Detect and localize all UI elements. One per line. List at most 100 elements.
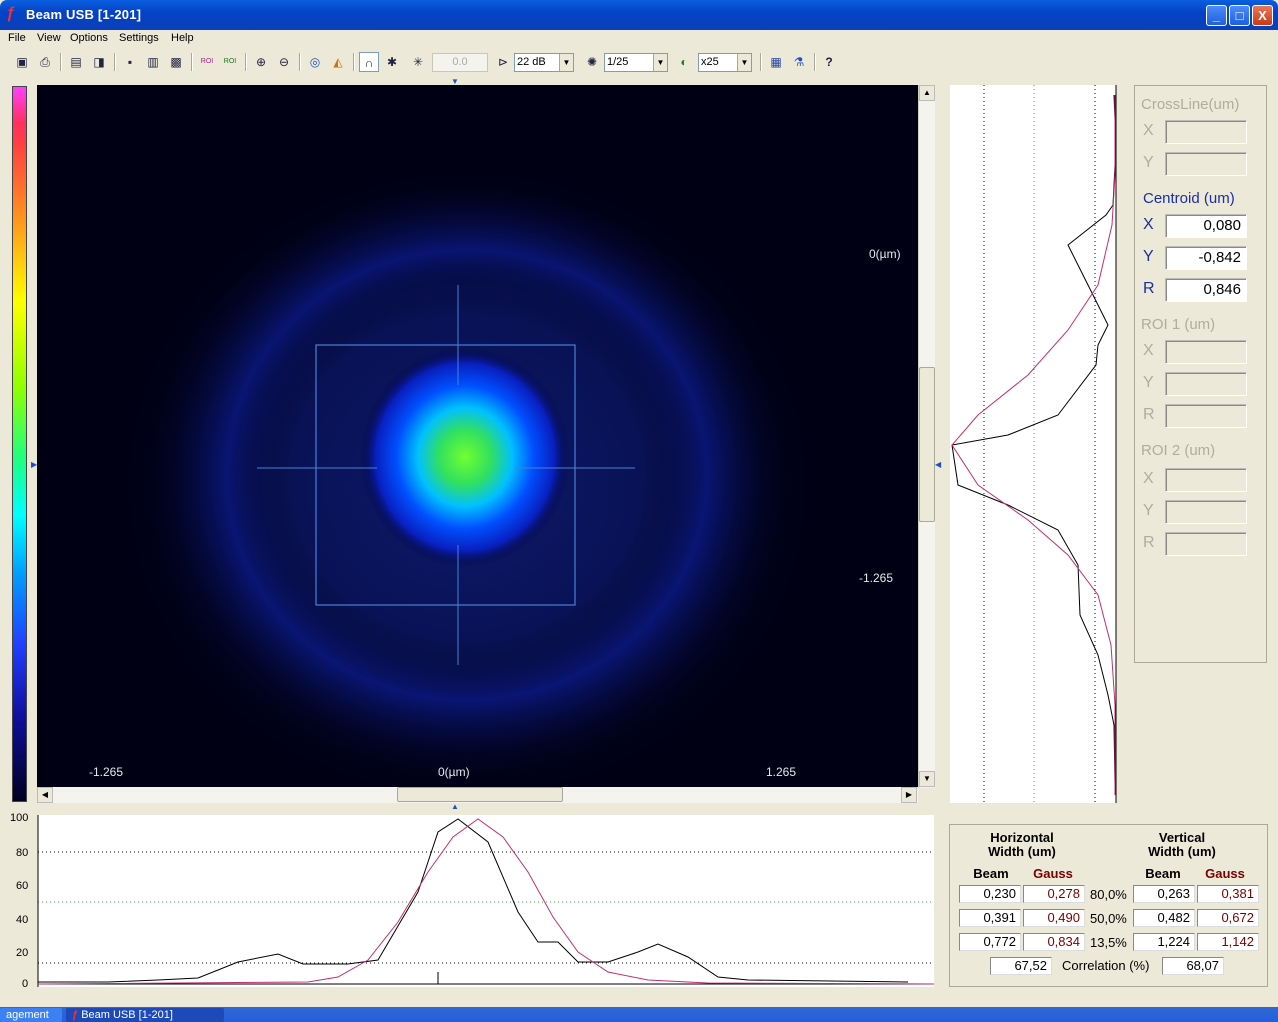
color-palette-bar (12, 86, 27, 802)
exposure-spinner[interactable]: 0.0 (432, 53, 488, 72)
chevron-down-icon: ▼ (653, 54, 667, 71)
rate-value: 1/25 (607, 56, 629, 68)
scroll-up-icon[interactable]: ▲ (919, 85, 935, 101)
x-axis-zero-label: 0(µm) (438, 765, 470, 779)
centroid-x-label: X (1143, 216, 1154, 233)
beam-image (107, 155, 827, 788)
taskbar-item-label: Beam USB [1-201] (81, 1009, 173, 1021)
correlation-label: Correlation (%) (1062, 958, 1150, 973)
level-13-label: 13,5% (1090, 935, 1127, 950)
menu-file[interactable]: File (8, 32, 26, 44)
gain-select[interactable]: 22 dB ▼ (514, 53, 574, 72)
menu-options[interactable]: Options (70, 32, 108, 44)
crossline-icon[interactable]: ✱ (382, 52, 402, 72)
scroll-left-icon[interactable]: ◀ (37, 787, 53, 803)
zoom-in-icon[interactable]: ⊕ (251, 52, 271, 72)
roi1-x-label: X (1143, 342, 1154, 359)
roi2-x-field (1165, 468, 1247, 492)
menu-settings[interactable]: Settings (119, 32, 159, 44)
title-bar[interactable]: ƒ Beam USB [1-201] _ □ X (0, 0, 1278, 30)
zoom-select[interactable]: x25 ▼ (698, 53, 752, 72)
h-beam-50-field: 0,391 (959, 909, 1021, 927)
open-icon[interactable]: ▣ (12, 52, 32, 72)
snapshot-icon[interactable]: ▩ (166, 52, 186, 72)
centroid-r-field: 0,846 (1165, 278, 1247, 302)
measurement-panel: CrossLine(um) X Y Centroid (um) X 0,080 … (1134, 85, 1267, 663)
2d-view-icon[interactable]: ◎ (305, 52, 325, 72)
centroid-title: Centroid (um) (1143, 190, 1235, 207)
roi1-x-field (1165, 340, 1247, 364)
roi1-title: ROI 1 (um) (1141, 316, 1216, 333)
app-icon: ƒ (6, 5, 15, 22)
v-beam-50-field: 0,482 (1133, 909, 1195, 927)
rate-select[interactable]: 1/25 ▼ (604, 53, 668, 72)
profile-icon[interactable]: ∩ (359, 52, 379, 72)
minimize-button[interactable]: _ (1206, 5, 1227, 26)
toolbar-separator (353, 53, 355, 71)
level-80-label: 80,0% (1090, 887, 1127, 902)
maximize-button[interactable]: □ (1229, 5, 1250, 26)
x-axis-right-label: 1.265 (766, 765, 797, 779)
vertical-profile-chart: 100 80 60 40 20 0 (948, 85, 1120, 820)
h-gauss-50-field: 0,490 (1023, 909, 1085, 927)
h-beam-13-field: 0,772 (959, 933, 1021, 951)
v-gauss-50-field: 0,672 (1197, 909, 1259, 927)
x-axis-left-label: -1.265 (89, 765, 124, 779)
scroll-down-icon[interactable]: ▼ (919, 771, 935, 787)
exposure-icon[interactable]: ✳ (408, 52, 428, 72)
menu-bar: File View Options Settings Help (0, 30, 1278, 48)
gain-icon: ⊳ (497, 55, 509, 69)
menu-help[interactable]: Help (171, 32, 194, 44)
roi2-x-label: X (1143, 470, 1154, 487)
toolbar: ▣ ⎙ ▤ ◨ ▪ ▥ ▩ ROI ROI ⊕ ⊖ ◎ ◭ ∩ ✱ ✳ 0.0 … (4, 50, 1274, 76)
v-beam-80-field: 0,263 (1133, 885, 1195, 903)
gain-value: 22 dB (517, 56, 546, 68)
app-window: ƒ Beam USB [1-201] _ □ X File View Optio… (0, 0, 1278, 1022)
y-axis-zero-label: 0(µm) (869, 247, 901, 261)
beam-image-view[interactable]: 0(µm) -1.265 -1.265 0(µm) 1.265 (37, 85, 918, 788)
grid-icon[interactable]: ▦ (766, 52, 786, 72)
v-gauss-13-field: 1,142 (1197, 933, 1259, 951)
centroid-y-field: -0,842 (1165, 246, 1247, 270)
export-icon[interactable]: ◨ (89, 52, 109, 72)
app-icon: ƒ (72, 1009, 82, 1021)
properties-icon[interactable]: ▤ (66, 52, 86, 72)
close-button[interactable]: X (1252, 5, 1273, 26)
flask-icon[interactable]: ⚗ (789, 52, 809, 72)
print-icon[interactable]: ⎙ (35, 52, 55, 72)
help-icon[interactable]: ? (819, 52, 839, 72)
width-panel: Horizontal Width (um) Vertical Width (um… (949, 824, 1268, 987)
taskbar: agement ƒ Beam USB [1-201] (0, 1007, 1278, 1022)
top-marker-icon: ▼ (451, 77, 459, 86)
vertical-width-title: Vertical (1158, 830, 1206, 845)
horizontal-scrollbar[interactable]: ◀ ▶ (37, 787, 918, 803)
zoom-out-icon[interactable]: ⊖ (274, 52, 294, 72)
hprofile-tick: 40 (16, 914, 28, 926)
bottom-marker-icon: ▲ (451, 802, 459, 811)
hprofile-tick: 100 (10, 812, 28, 824)
hprofile-tick: 60 (16, 880, 28, 892)
h-correlation-field: 67,52 (990, 957, 1052, 975)
v-beam-13-field: 1,224 (1133, 933, 1195, 951)
roi1-r-label: R (1143, 406, 1155, 423)
zoom-value: x25 (701, 56, 719, 68)
toolbar-separator (245, 53, 247, 71)
taskbar-item[interactable]: agement (0, 1008, 62, 1022)
hprofile-tick: 0 (22, 978, 28, 990)
vertical-scroll-thumb[interactable] (919, 367, 935, 522)
shutter-icon: ✺ (586, 55, 598, 69)
horizontal-scroll-thumb[interactable] (397, 787, 563, 802)
v-gauss-80-field: 0,381 (1197, 885, 1259, 903)
roi2-icon[interactable]: ROI (220, 52, 240, 72)
vertical-scrollbar[interactable]: ▲ ▼ (918, 85, 935, 788)
chevron-down-icon: ▼ (559, 54, 573, 71)
scroll-right-icon[interactable]: ▶ (901, 787, 917, 803)
roi1-icon[interactable]: ROI (197, 52, 217, 72)
hprofile-tick: 20 (16, 947, 28, 959)
camera-icon[interactable]: ▪ (120, 52, 140, 72)
3d-view-icon[interactable]: ◭ (328, 52, 348, 72)
crossline-x-label: X (1143, 122, 1154, 139)
film-icon[interactable]: ▥ (143, 52, 163, 72)
taskbar-item-active[interactable]: ƒ Beam USB [1-201] (66, 1008, 224, 1022)
menu-view[interactable]: View (37, 32, 61, 44)
